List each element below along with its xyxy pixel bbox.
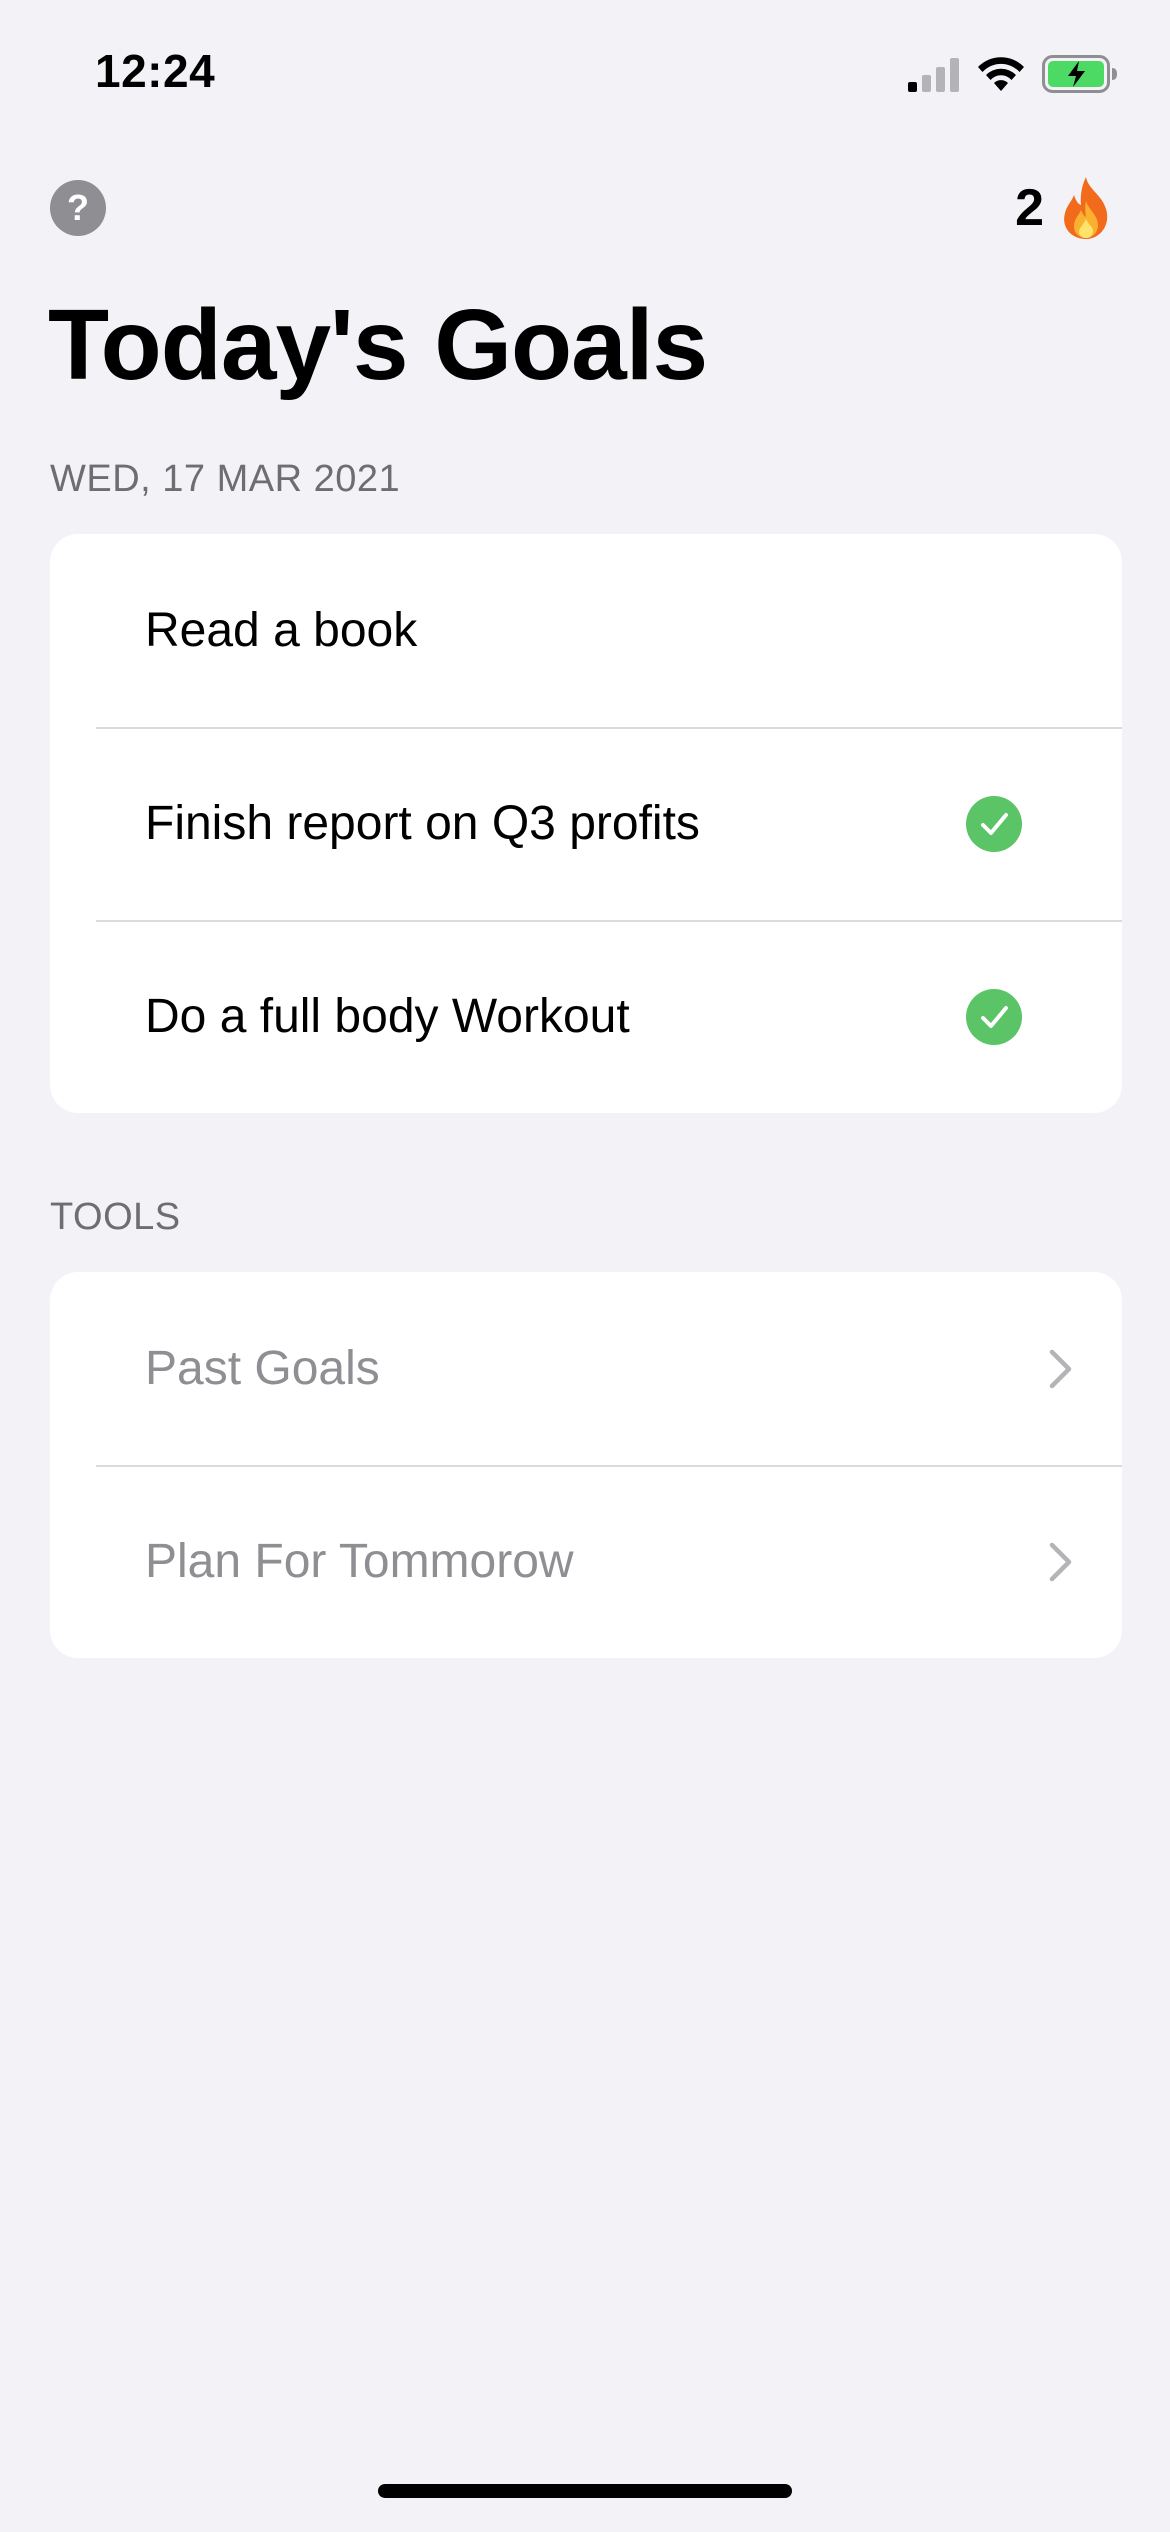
goal-label: Do a full body Workout bbox=[145, 990, 630, 1043]
wifi-icon bbox=[978, 57, 1024, 91]
goal-row[interactable]: Do a full body Workout bbox=[50, 920, 1122, 1113]
goal-row[interactable]: Finish report on Q3 profits bbox=[50, 727, 1122, 920]
status-time: 12:24 bbox=[95, 45, 216, 97]
cellular-signal-icon bbox=[908, 58, 959, 92]
tools-item-label: Past Goals bbox=[145, 1342, 380, 1395]
chevron-right-icon bbox=[1049, 1349, 1072, 1388]
checkmark-circle-icon bbox=[966, 988, 1022, 1045]
page-title: Today's Goals bbox=[48, 289, 708, 401]
chevron-right-icon bbox=[1049, 1542, 1072, 1581]
goal-label: Read a book bbox=[145, 604, 418, 657]
tools-item-past-goals[interactable]: Past Goals bbox=[50, 1272, 1122, 1465]
home-indicator[interactable] bbox=[378, 2484, 792, 2498]
streak-count: 2 bbox=[1015, 179, 1044, 237]
status-bar: 12:24 bbox=[0, 0, 1170, 140]
goal-row[interactable]: Read a book bbox=[50, 534, 1122, 727]
goal-label: Finish report on Q3 profits bbox=[145, 797, 700, 850]
status-icons bbox=[908, 50, 1118, 98]
help-button[interactable]: ? bbox=[50, 180, 106, 236]
fire-icon bbox=[1064, 177, 1108, 239]
tools-item-plan-for-tomorrow[interactable]: Plan For Tommorow bbox=[50, 1465, 1122, 1658]
battery-charging-icon bbox=[1042, 55, 1117, 93]
checkmark-circle-icon bbox=[966, 795, 1022, 852]
streak-counter[interactable]: 2 bbox=[1015, 172, 1114, 244]
goals-list: Read a book Finish report on Q3 profits … bbox=[50, 534, 1122, 1113]
tools-list: Past Goals Plan For Tommorow bbox=[50, 1272, 1122, 1658]
tools-item-label: Plan For Tommorow bbox=[145, 1535, 574, 1588]
date-section-header: WED, 17 MAR 2021 bbox=[50, 458, 401, 500]
tools-section-header: TOOLS bbox=[50, 1196, 181, 1238]
